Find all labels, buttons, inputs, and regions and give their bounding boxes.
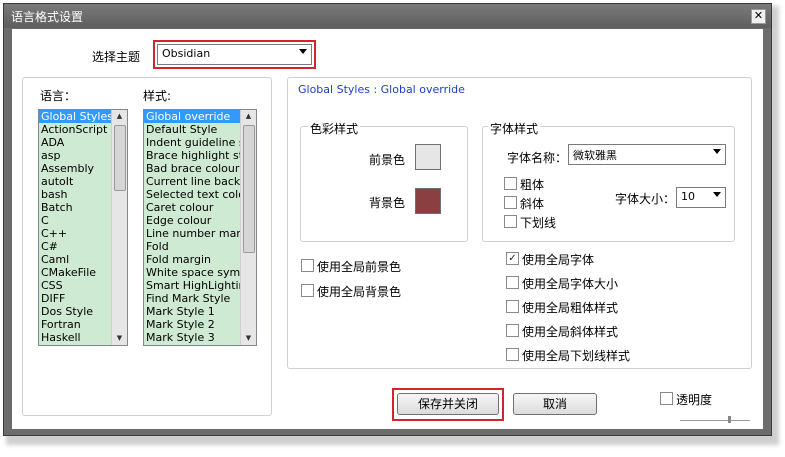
color-style-group (300, 126, 468, 242)
close-button[interactable]: ✕ (751, 9, 766, 24)
language-list[interactable]: Global Styles ActionScript ADA asp Assembly a… (38, 109, 128, 346)
transparency-checkbox[interactable] (660, 392, 673, 405)
list-item[interactable]: asp (39, 149, 113, 162)
list-item[interactable]: C++ (39, 227, 113, 240)
chevron-down-icon (299, 49, 307, 54)
font-name-select[interactable]: 微软雅黑 (568, 144, 726, 165)
list-item[interactable]: ADA (39, 136, 113, 149)
theme-label: 选择主题 (92, 50, 141, 64)
font-size-select[interactable]: 10 (676, 187, 726, 208)
foreground-color-swatch[interactable] (415, 144, 441, 170)
scroll-down-icon[interactable]: ▼ (112, 332, 127, 345)
list-item[interactable]: autoIt (39, 175, 113, 188)
global-setting-checkbox[interactable]: ✓ (506, 252, 519, 265)
color-group-title: 色彩样式 (308, 120, 361, 137)
chevron-down-icon (713, 149, 721, 154)
style-list[interactable]: Global override Default Style Indent guide… (143, 109, 257, 346)
title-bar[interactable]: 语言格式设置 ✕ (4, 4, 771, 28)
chevron-down-icon (713, 192, 721, 197)
global-setting-checkbox[interactable] (301, 259, 314, 272)
scroll-thumb[interactable] (243, 125, 255, 253)
list-item[interactable]: Caml (39, 253, 113, 266)
underline-checkbox[interactable] (504, 215, 517, 228)
list-item[interactable]: CMakeFile (39, 266, 113, 279)
italic-checkbox[interactable] (504, 196, 517, 209)
scroll-up-icon[interactable]: ▲ (241, 110, 256, 123)
list-item[interactable]: CSS (39, 279, 113, 292)
global-setting-checkbox[interactable] (506, 348, 519, 361)
style-scrollbar[interactable]: ▲ ▼ (240, 110, 256, 345)
global-setting-checkbox[interactable] (506, 300, 519, 313)
scroll-thumb[interactable] (114, 125, 126, 191)
global-setting-label: 使用全局背景色 (317, 285, 402, 299)
bold-label: 粗体 (520, 178, 545, 192)
font-size-value: 10 (681, 190, 695, 203)
scroll-down-icon[interactable]: ▼ (241, 332, 256, 345)
scroll-up-icon[interactable]: ▲ (112, 110, 127, 123)
language-scrollbar[interactable]: ▲ ▼ (111, 110, 127, 345)
style-header: Global Styles : Global override (298, 83, 465, 96)
list-item[interactable]: bash (39, 188, 113, 201)
list-item[interactable]: Dos Style (39, 305, 113, 318)
font-name-label: 字体名称： (507, 151, 568, 165)
cancel-button[interactable]: 取消 (513, 393, 597, 415)
global-setting-label: 使用全局字体 (522, 253, 595, 267)
underline-label: 下划线 (520, 216, 557, 230)
transparency-slider-thumb[interactable] (728, 416, 731, 423)
font-size-label: 字体大小： (615, 192, 676, 206)
foreground-label: 前景色 (369, 153, 406, 167)
global-setting-label: 使用全局粗体样式 (522, 301, 619, 315)
theme-value: Obsidian (162, 47, 211, 60)
style-label: 样式: (143, 89, 172, 103)
bold-checkbox[interactable] (504, 177, 517, 190)
list-item[interactable]: ActionScript (39, 123, 113, 136)
save-close-button[interactable]: 保存并关闭 (397, 393, 499, 415)
list-item[interactable]: Batch (39, 201, 113, 214)
theme-select[interactable]: Obsidian (157, 44, 312, 65)
list-item[interactable]: Assembly (39, 162, 113, 175)
list-item[interactable]: Global Styles (39, 110, 113, 123)
background-label: 背景色 (369, 196, 406, 210)
font-name-value: 微软雅黑 (573, 149, 617, 162)
global-setting-label: 使用全局字体大小 (522, 277, 619, 291)
global-setting-checkbox[interactable] (301, 284, 314, 297)
transparency-label: 透明度 (676, 393, 713, 407)
global-setting-label: 使用全局斜体样式 (522, 325, 619, 339)
transparency-slider[interactable] (680, 420, 750, 421)
global-setting-checkbox[interactable] (506, 276, 519, 289)
language-label: 语言： (40, 89, 77, 103)
global-setting-label: 使用全局下划线样式 (522, 349, 631, 363)
list-item[interactable]: C (39, 214, 113, 227)
font-group-title: 字体样式 (488, 120, 541, 137)
list-item[interactable]: DIFF (39, 292, 113, 305)
background-color-swatch[interactable] (415, 188, 441, 214)
list-item[interactable]: C# (39, 240, 113, 253)
style-configurator-dialog: 语言格式设置 ✕ 选择主题 Obsidian 语言： 样式: Global St… (3, 3, 772, 436)
italic-label: 斜体 (520, 197, 545, 211)
dialog-body: 选择主题 Obsidian 语言： 样式: Global Styles Actio… (12, 29, 763, 429)
list-item[interactable]: Fortran (39, 318, 113, 331)
global-setting-checkbox[interactable] (506, 324, 519, 337)
list-item[interactable]: Haskell (39, 331, 113, 344)
window-title: 语言格式设置 (11, 10, 84, 24)
global-setting-label: 使用全局前景色 (317, 260, 402, 274)
